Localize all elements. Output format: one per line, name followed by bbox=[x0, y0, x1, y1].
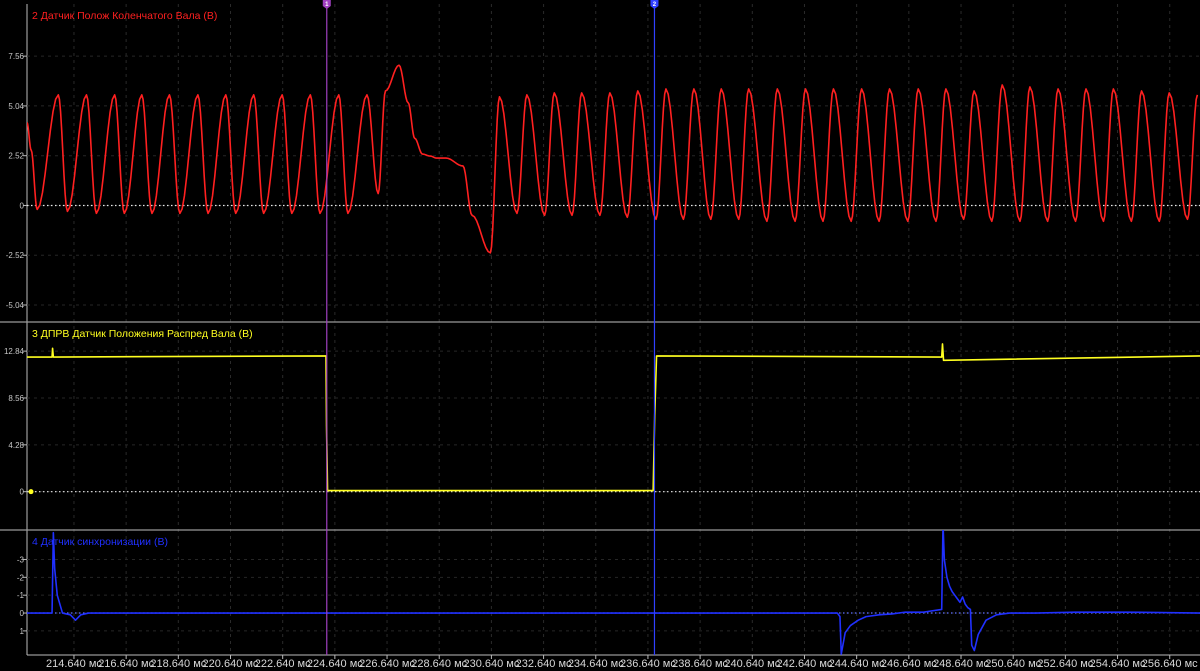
channel-title: 3 ДПРВ Датчик Положения Распред Вала (В) bbox=[32, 328, 253, 340]
x-tick-label: 226.640 мс bbox=[359, 658, 415, 670]
y-tick-label: -1 bbox=[17, 591, 25, 600]
x-tick-label: 246.640 мс bbox=[881, 658, 937, 670]
y-tick-label: 5.04 bbox=[8, 102, 24, 111]
x-tick-label: 250.640 мс bbox=[985, 658, 1041, 670]
y-tick-label: 7.56 bbox=[8, 52, 24, 61]
x-tick-label: 236.640 мс bbox=[620, 658, 676, 670]
y-tick-label: 8.56 bbox=[8, 394, 24, 403]
y-tick-label: -3 bbox=[17, 555, 25, 564]
y-tick-label: 0 bbox=[20, 609, 25, 618]
x-tick-label: 256.640 мс bbox=[1142, 658, 1198, 670]
x-axis: 214.640 мс216.640 мс218.640 мс220.640 мс… bbox=[46, 655, 1198, 670]
x-tick-label: 230.640 мс bbox=[463, 658, 519, 670]
x-tick-label: 224.640 мс bbox=[307, 658, 363, 670]
x-tick-label: 240.640 мс bbox=[724, 658, 780, 670]
oscilloscope-chart: 7.56 5.04 2.52 0 -2.52 -5.04 2 Датчик Полож Ко… bbox=[0, 0, 1200, 671]
y-tick-label: 0 bbox=[20, 488, 25, 497]
x-tick-label: 218.640 мс bbox=[150, 658, 206, 670]
x-tick-label: 220.640 мс bbox=[203, 658, 259, 670]
x-tick-label: 214.640 мс bbox=[46, 658, 102, 670]
y-tick-label: 2.52 bbox=[8, 152, 24, 161]
y-tick-label: -2.52 bbox=[6, 251, 25, 260]
x-tick-label: 222.640 мс bbox=[255, 658, 311, 670]
channel-title: 2 Датчик Полож Коленчатого Вала (В) bbox=[32, 10, 217, 22]
x-tick-label: 216.640 мс bbox=[98, 658, 154, 670]
y-tick-label: 0 bbox=[20, 201, 25, 210]
y-tick-label: 1 bbox=[20, 627, 25, 636]
x-tick-label: 238.640 мс bbox=[672, 658, 728, 670]
x-tick-label: 228.640 мс bbox=[411, 658, 467, 670]
y-tick-label: 12.84 bbox=[4, 347, 25, 356]
x-tick-label: 252.640 мс bbox=[1037, 658, 1093, 670]
x-tick-label: 254.640 мс bbox=[1090, 658, 1146, 670]
x-tick-label: 244.640 мс bbox=[829, 658, 885, 670]
x-tick-label: 242.640 мс bbox=[777, 658, 833, 670]
x-tick-label: 234.640 мс bbox=[568, 658, 624, 670]
y-tick-label: 4.28 bbox=[8, 441, 24, 450]
y-tick-label: -2 bbox=[17, 573, 25, 582]
channel-start-dot bbox=[28, 489, 34, 495]
x-tick-label: 248.640 мс bbox=[933, 658, 989, 670]
x-tick-label: 232.640 мс bbox=[516, 658, 572, 670]
y-tick-label: -5.04 bbox=[6, 301, 25, 310]
